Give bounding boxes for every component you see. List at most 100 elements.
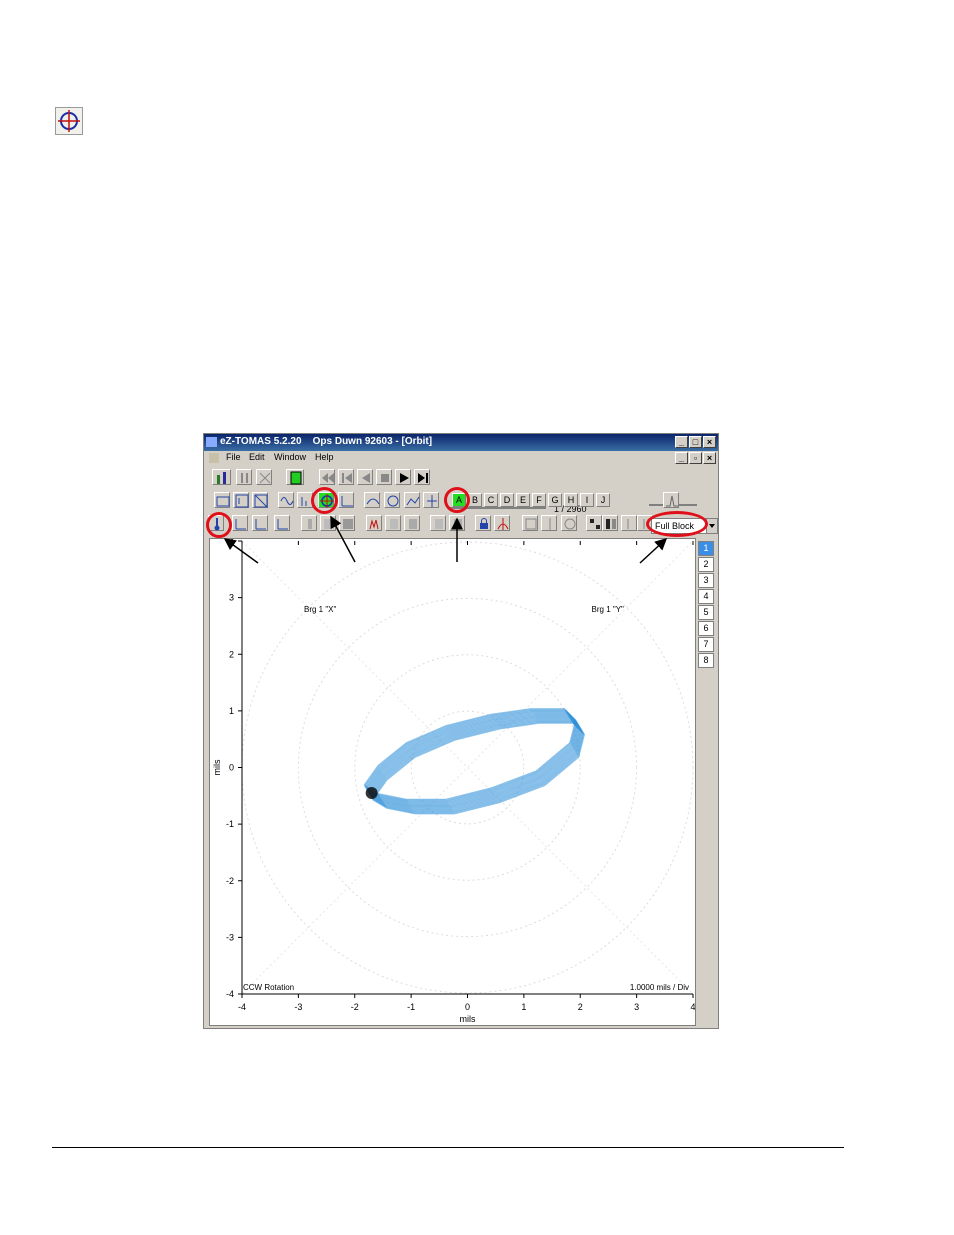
channel-e-button[interactable]: E bbox=[516, 493, 530, 507]
channel-g-button[interactable]: G bbox=[548, 493, 562, 507]
channel-i-button[interactable]: I bbox=[580, 493, 594, 507]
play-button[interactable] bbox=[395, 469, 411, 485]
channel-c-button[interactable]: C bbox=[484, 493, 498, 507]
child-restore-button[interactable]: ▫ bbox=[689, 452, 702, 464]
page-5-button[interactable]: 5 bbox=[698, 605, 714, 620]
menu-bar: File Edit Window Help _ ▫ × bbox=[204, 451, 718, 465]
tool-4-button[interactable] bbox=[301, 515, 317, 531]
waveform-button[interactable] bbox=[278, 492, 294, 508]
playback-toolbar: 1 / 2960 bbox=[204, 467, 718, 514]
child-close-button[interactable]: × bbox=[703, 452, 716, 464]
page-1-button[interactable]: 1 bbox=[698, 541, 714, 556]
bar-graph-button[interactable] bbox=[212, 469, 231, 485]
orbit-plot: 4 3 2 1 0 -1 -2 -3 -4 -4 -3 -2 -1 0 1 2 3 4 mils mils Brg 1 … bbox=[209, 536, 696, 1026]
y-tick-label: 4 bbox=[229, 539, 234, 546]
tool-6-button[interactable] bbox=[339, 515, 355, 531]
step-back-button[interactable] bbox=[357, 469, 373, 485]
stop-x-button[interactable] bbox=[256, 469, 272, 485]
title-bar: eZ-TOMAS 5.2.20 Ops Duwn 92603 - [Orbit]… bbox=[204, 434, 718, 451]
channel-j-button[interactable]: J bbox=[596, 493, 610, 507]
plot-type-2-button[interactable] bbox=[233, 492, 249, 508]
tool-15-button[interactable] bbox=[561, 515, 577, 531]
channel-b-button[interactable]: B bbox=[468, 493, 482, 507]
channel-f-button[interactable]: F bbox=[532, 493, 546, 507]
highlight-ring-orbit bbox=[311, 487, 338, 514]
highlight-ring-thermometer bbox=[206, 512, 232, 538]
highlight-ring-channel bbox=[444, 487, 470, 513]
app-icon bbox=[206, 437, 217, 447]
y-tick-label: -2 bbox=[226, 876, 234, 886]
plot-type-1-button[interactable] bbox=[214, 492, 230, 508]
tool-2-button[interactable] bbox=[252, 515, 268, 531]
polar-button[interactable] bbox=[384, 492, 400, 508]
tool-16-button[interactable] bbox=[586, 515, 602, 531]
y-tick-label: -4 bbox=[226, 989, 234, 999]
tool-13-button[interactable] bbox=[522, 515, 538, 531]
x-tick-label: 4 bbox=[690, 1002, 695, 1012]
tool-3-button[interactable] bbox=[274, 515, 290, 531]
skip-end-button[interactable] bbox=[414, 469, 430, 485]
scale-label: 1.0000 mils / Div bbox=[630, 983, 689, 992]
pause-button[interactable] bbox=[236, 469, 252, 485]
x-tick-label: 1 bbox=[521, 1002, 526, 1012]
x-tick-label: 0 bbox=[465, 1002, 470, 1012]
orbit-icon bbox=[55, 107, 83, 135]
trend-button[interactable] bbox=[338, 492, 354, 508]
cascade-button[interactable] bbox=[423, 492, 439, 508]
shaft-button[interactable] bbox=[404, 492, 420, 508]
tool-1-button[interactable] bbox=[232, 515, 248, 531]
page-2-button[interactable]: 2 bbox=[698, 557, 714, 572]
page-6-button[interactable]: 6 bbox=[698, 621, 714, 636]
child-minimize-button[interactable]: _ bbox=[675, 452, 688, 464]
highlight-ring-block-select bbox=[646, 511, 708, 537]
tool-5-button[interactable] bbox=[320, 515, 336, 531]
doc-icon bbox=[209, 453, 219, 463]
menu-edit[interactable]: Edit bbox=[249, 452, 265, 462]
close-button[interactable]: × bbox=[703, 436, 716, 448]
tool-11-button[interactable] bbox=[449, 515, 465, 531]
grid-circle bbox=[297, 597, 638, 938]
bode-button[interactable] bbox=[364, 492, 380, 508]
x-tick-label: 3 bbox=[634, 1002, 639, 1012]
x-tick-label: 2 bbox=[578, 1002, 583, 1012]
y-tick-label: 1 bbox=[229, 706, 234, 716]
analysis-toolbar: Full Block bbox=[204, 513, 718, 534]
peak-button[interactable] bbox=[663, 492, 679, 508]
page-8-button[interactable]: 8 bbox=[698, 653, 714, 668]
x-tick-label: -4 bbox=[238, 1002, 246, 1012]
maximize-button[interactable]: □ bbox=[689, 436, 702, 448]
x-tick-label: -3 bbox=[294, 1002, 302, 1012]
skip-start-button[interactable] bbox=[338, 469, 354, 485]
plot-type-3-button[interactable] bbox=[252, 492, 268, 508]
tool-12-button[interactable] bbox=[494, 515, 510, 531]
tool-17-button[interactable] bbox=[602, 515, 618, 531]
channel-d-button[interactable]: D bbox=[500, 493, 514, 507]
app-window: eZ-TOMAS 5.2.20 Ops Duwn 92603 - [Orbit]… bbox=[203, 433, 719, 1029]
menu-file[interactable]: File bbox=[226, 452, 241, 462]
tool-8-button[interactable] bbox=[385, 515, 401, 531]
page-4-button[interactable]: 4 bbox=[698, 589, 714, 604]
database-button[interactable] bbox=[286, 469, 304, 485]
x-tick-label: -1 bbox=[407, 1002, 415, 1012]
menu-help[interactable]: Help bbox=[315, 452, 334, 462]
stop-button[interactable] bbox=[376, 469, 392, 485]
x-tick-label: -2 bbox=[351, 1002, 359, 1012]
tool-18-button[interactable] bbox=[621, 515, 637, 531]
tool-10-button[interactable] bbox=[430, 515, 446, 531]
minimize-button[interactable]: _ bbox=[675, 436, 688, 448]
chevron-down-icon[interactable] bbox=[706, 518, 718, 534]
channel-h-button[interactable]: H bbox=[564, 493, 578, 507]
tool-7-button[interactable] bbox=[366, 515, 382, 531]
tool-14-button[interactable] bbox=[541, 515, 557, 531]
probe-y-label: Brg 1 "Y" bbox=[592, 605, 625, 614]
rotation-label: CCW Rotation bbox=[243, 983, 294, 992]
footer-divider bbox=[52, 1147, 844, 1148]
tool-9-button[interactable] bbox=[404, 515, 420, 531]
page-7-button[interactable]: 7 bbox=[698, 637, 714, 652]
lock-button[interactable] bbox=[475, 515, 491, 531]
probe-x-label: Brg 1 "X" bbox=[304, 605, 337, 614]
menu-window[interactable]: Window bbox=[274, 452, 306, 462]
page-3-button[interactable]: 3 bbox=[698, 573, 714, 588]
rewind-button[interactable] bbox=[319, 469, 335, 485]
y-tick-label: 3 bbox=[229, 593, 234, 603]
